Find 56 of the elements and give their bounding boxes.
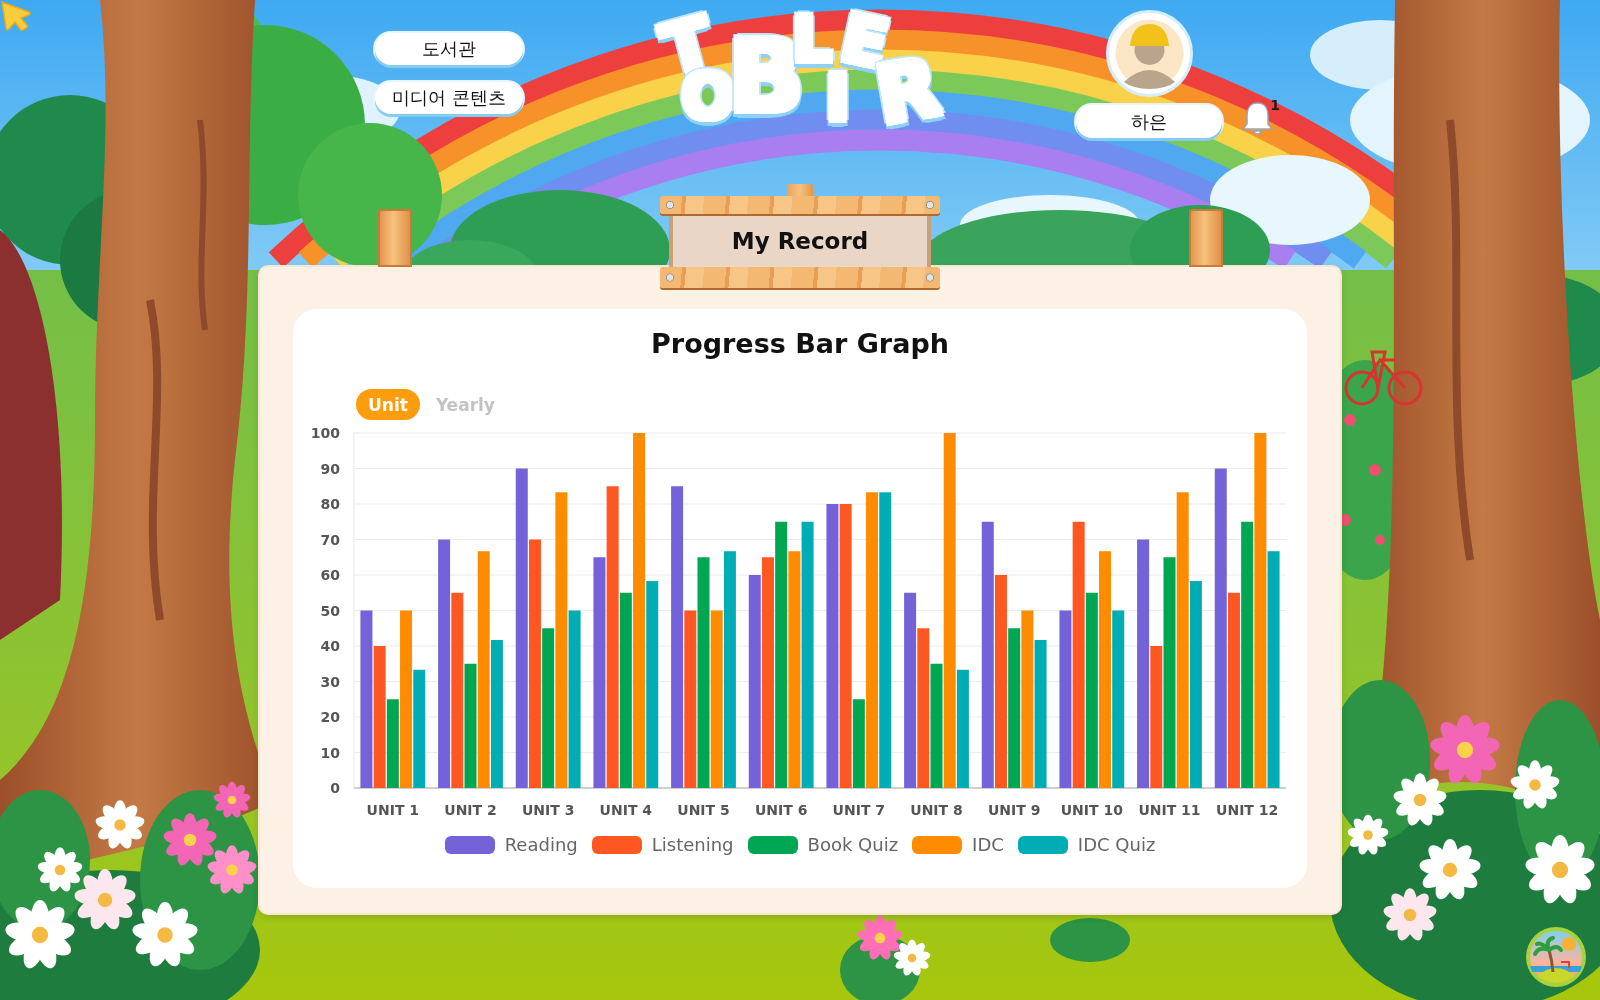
flower-icon: [1525, 835, 1595, 904]
flower-icon: [1347, 814, 1389, 855]
flower-icon: [1419, 839, 1481, 900]
nav-button[interactable]: 도서관: [375, 33, 523, 65]
x-axis-label: UNIT 5: [677, 802, 730, 818]
wooden-post: [1189, 209, 1223, 267]
x-axis-label: UNIT 10: [1060, 802, 1123, 818]
legend-label: Book Quiz: [807, 835, 899, 855]
flower-icon: [857, 915, 903, 960]
x-axis-label: UNIT 1: [366, 802, 420, 818]
x-axis-label: UNIT 3: [521, 802, 575, 818]
flower-icon: [1510, 760, 1560, 809]
flower-icon: [1393, 773, 1447, 826]
sign-title: My Record: [731, 227, 869, 254]
wooden-post: [378, 209, 412, 267]
y-axis-label: 100: [310, 425, 340, 441]
y-axis-label: 50: [320, 602, 340, 619]
legend-label: IDC Quiz: [1077, 835, 1156, 855]
flower-icon: [132, 902, 198, 967]
y-axis-label: 90: [320, 460, 340, 477]
x-axis-label: UNIT 7: [832, 802, 886, 818]
x-axis-label: UNIT 12: [1216, 802, 1279, 818]
y-axis-label: 30: [320, 673, 340, 690]
flower-icon: [95, 800, 145, 849]
y-axis-label: 10: [320, 744, 340, 761]
y-axis-label: 20: [320, 709, 340, 725]
legend-label: Reading: [504, 835, 578, 855]
x-axis-label: UNIT 9: [987, 802, 1041, 818]
legend-label: Listening: [651, 835, 734, 855]
x-axis-label: UNIT 8: [910, 802, 963, 818]
flower-icon: [37, 847, 83, 892]
flower-icon: [74, 869, 136, 930]
nav-button[interactable]: 미디어 콘텐츠: [375, 82, 523, 114]
flower-icon: [5, 900, 75, 969]
legend-label: IDC: [972, 835, 1004, 855]
notification-count: 1: [1270, 97, 1280, 113]
cursor-arrow-icon[interactable]: [0, 0, 32, 32]
y-axis-label: 40: [320, 638, 340, 654]
flower-icon: [1430, 715, 1500, 784]
flower-icon: [1383, 888, 1437, 941]
sign-peg: [787, 184, 813, 196]
user-name-button[interactable]: 하은: [1076, 105, 1222, 138]
chart-title: Progress Bar Graph: [651, 327, 949, 361]
x-axis-label: UNIT 11: [1138, 802, 1201, 818]
avatar-icon[interactable]: [1105, 10, 1193, 97]
y-axis-label: 0: [330, 780, 340, 796]
x-axis-label: UNIT 2: [444, 802, 497, 818]
x-axis-label: UNIT 4: [599, 802, 653, 818]
x-axis-label: UNIT 6: [754, 802, 808, 818]
y-axis-label: 80: [320, 496, 340, 512]
y-axis-label: 60: [320, 567, 340, 583]
y-axis-label: 70: [320, 531, 340, 548]
flower-icon: [207, 845, 257, 894]
island-icon[interactable]: [1525, 926, 1587, 988]
flower-icon: [893, 939, 931, 976]
bicycle-icon: [1344, 350, 1423, 406]
